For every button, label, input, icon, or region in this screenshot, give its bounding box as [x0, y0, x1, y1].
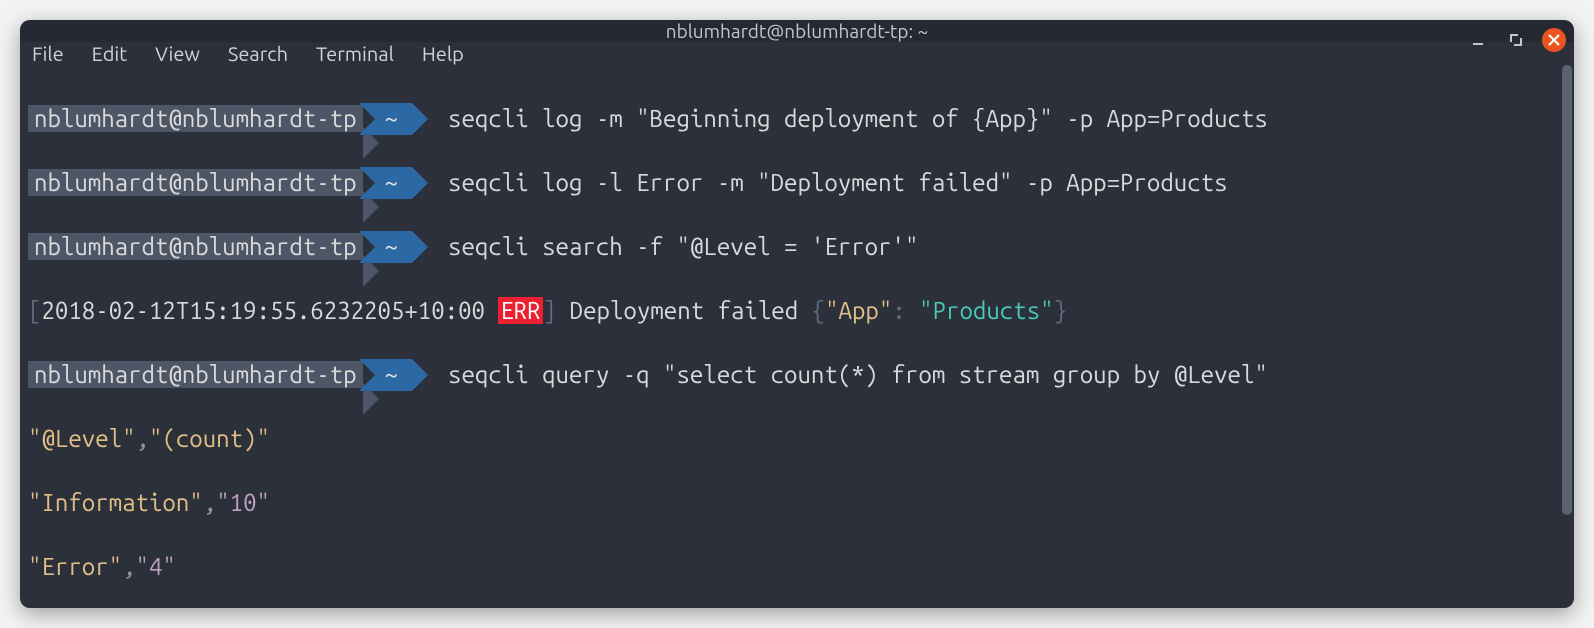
terminal-line: nblumhardt@nblumhardt-tp ~ seqcli query -q…: [28, 359, 1554, 391]
terminal-line: nblumhardt@nblumhardt-tp ~ seqcli log -m "…: [28, 103, 1554, 135]
titlebar: nblumhardt@nblumhardt-tp: ~: [20, 20, 1574, 42]
terminal-line: nblumhardt@nblumhardt-tp ~ seqcli search -…: [28, 231, 1554, 263]
json-brace: {: [812, 297, 825, 324]
csv-header: "@Level": [28, 425, 136, 452]
csv-cell: "4": [136, 553, 176, 580]
menu-search[interactable]: Search: [228, 42, 288, 65]
json-brace: }: [1054, 297, 1067, 324]
prompt-user-host: nblumhardt@nblumhardt-tp: [28, 361, 363, 388]
window-controls: [1466, 20, 1566, 60]
log-bracket: [: [28, 297, 41, 324]
terminal-line: "Error","4": [28, 551, 1554, 583]
menu-file[interactable]: File: [32, 42, 64, 65]
log-message: Deployment failed: [570, 297, 798, 324]
terminal-window: nblumhardt@nblumhardt-tp: ~ File Edit Vi…: [20, 20, 1574, 608]
command-text: seqcli search -f "@Level = 'Error'": [448, 233, 918, 260]
csv-sep: ,: [203, 489, 216, 516]
terminal-line: "Information","10": [28, 487, 1554, 519]
csv-cell: "Information": [28, 489, 203, 516]
terminal-line: "@Level","(count)": [28, 423, 1554, 455]
scrollbar[interactable]: [1562, 65, 1572, 515]
terminal-line: nblumhardt@nblumhardt-tp ~ seqcli log -l E…: [28, 167, 1554, 199]
prompt-path: ~: [375, 231, 412, 263]
json-key: "App": [825, 297, 892, 324]
command-text: seqcli log -m "Beginning deployment of {…: [448, 105, 1268, 132]
maximize-button[interactable]: [1504, 28, 1528, 52]
prompt-path: ~: [375, 103, 412, 135]
terminal-line: [2018-02-12T15:19:55.6232205+10:00 ERR] …: [28, 295, 1554, 327]
command-text: seqcli log -l Error -m "Deployment faile…: [448, 169, 1228, 196]
menu-help[interactable]: Help: [422, 42, 464, 65]
prompt-path: ~: [375, 359, 412, 391]
log-level: ERR: [498, 297, 542, 324]
json-colon: :: [892, 297, 905, 324]
close-button[interactable]: [1542, 28, 1566, 52]
menu-view[interactable]: View: [155, 42, 200, 65]
prompt-user-host: nblumhardt@nblumhardt-tp: [28, 169, 363, 196]
log-timestamp: 2018-02-12T15:19:55.6232205+10:00: [41, 297, 485, 324]
json-value: "Products": [919, 297, 1053, 324]
terminal-body[interactable]: nblumhardt@nblumhardt-tp ~ seqcli log -m "…: [20, 65, 1574, 608]
close-icon: [1548, 34, 1560, 46]
prompt-path: ~: [375, 167, 412, 199]
csv-header: "(count)": [149, 425, 270, 452]
menubar: File Edit View Search Terminal Help: [20, 42, 1574, 65]
log-bracket: ]: [543, 297, 556, 324]
menu-edit[interactable]: Edit: [92, 42, 127, 65]
prompt-user-host: nblumhardt@nblumhardt-tp: [28, 105, 363, 132]
csv-cell: "Error": [28, 553, 122, 580]
minimize-icon: [1471, 33, 1485, 47]
command-text: seqcli query -q "select count(*) from st…: [448, 361, 1268, 388]
csv-sep: ,: [136, 425, 149, 452]
prompt-user-host: nblumhardt@nblumhardt-tp: [28, 233, 363, 260]
minimize-button[interactable]: [1466, 28, 1490, 52]
menu-terminal[interactable]: Terminal: [316, 42, 394, 65]
maximize-icon: [1509, 33, 1523, 47]
window-title: nblumhardt@nblumhardt-tp: ~: [666, 20, 928, 42]
csv-cell: "10": [216, 489, 270, 516]
csv-sep: ,: [122, 553, 135, 580]
